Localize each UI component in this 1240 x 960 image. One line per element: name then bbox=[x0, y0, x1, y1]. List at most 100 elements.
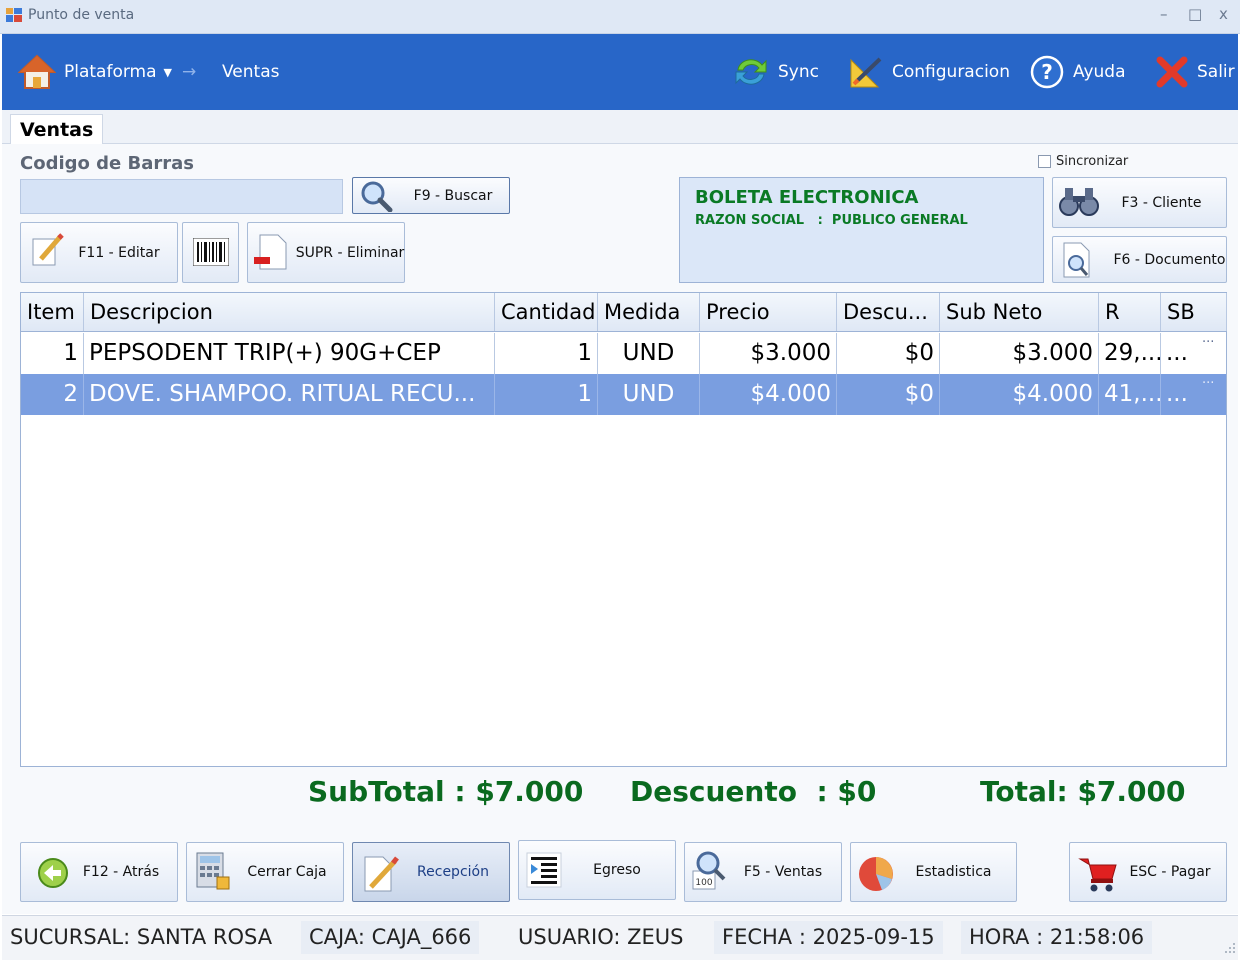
close-x-icon bbox=[1156, 56, 1188, 88]
document-label: F6 - Documento bbox=[1113, 251, 1226, 268]
table-row-selected[interactable]: 2 DOVE. SHAMPOO. RITUAL RECU... 1 UND $4… bbox=[21, 374, 1226, 415]
close-cash-label: Cerrar Caja bbox=[247, 864, 327, 880]
home-icon bbox=[18, 54, 56, 89]
column-header-subneto[interactable]: Sub Neto bbox=[940, 293, 1099, 331]
configuration-label: Configuracion bbox=[892, 62, 1010, 82]
total-value: Total: $7.000 bbox=[980, 775, 1186, 808]
barcode-icon bbox=[193, 238, 229, 266]
column-header-cantidad[interactable]: Cantidad bbox=[495, 293, 598, 331]
status-branch: SUCURSAL: SANTA ROSA bbox=[10, 925, 273, 949]
cell-descuento: $0 bbox=[837, 374, 940, 415]
sync-checkbox[interactable]: Sincronizar bbox=[1038, 154, 1128, 169]
platform-menu[interactable]: Plataforma ▼ bbox=[18, 34, 172, 110]
stats-button[interactable]: Estadistica bbox=[850, 842, 1017, 902]
cell-item: 2 bbox=[21, 374, 84, 415]
top-ribbon: Plataforma ▼ → Ventas Sync Configuracion… bbox=[2, 34, 1238, 110]
edit-button[interactable]: F11 - Editar bbox=[20, 222, 178, 283]
barcode-input[interactable] bbox=[20, 179, 343, 214]
delete-label: SUPR - Eliminar bbox=[295, 244, 405, 261]
exit-button[interactable]: Salir bbox=[1155, 34, 1235, 110]
grid-header: Item Descripcion Cantidad Medida Precio … bbox=[21, 293, 1227, 332]
cell-descripcion: DOVE. SHAMPOO. RITUAL RECU... bbox=[84, 374, 495, 415]
cell-r: 29,... bbox=[1099, 333, 1161, 374]
sync-icon bbox=[735, 59, 767, 85]
client-button[interactable]: F3 - Cliente bbox=[1052, 177, 1227, 228]
chevron-down-icon: ▼ bbox=[163, 65, 172, 79]
pay-label: ESC - Pagar bbox=[1129, 864, 1211, 880]
barcode-label: Codigo de Barras bbox=[20, 153, 194, 174]
column-header-item[interactable]: Item bbox=[21, 293, 84, 331]
reception-button[interactable]: Recepción bbox=[352, 842, 510, 902]
app-icon bbox=[6, 8, 22, 22]
document-button[interactable]: F6 - Documento bbox=[1052, 236, 1227, 283]
pay-button[interactable]: ESC - Pagar bbox=[1069, 842, 1227, 902]
exit-label: Salir bbox=[1197, 62, 1235, 82]
help-label: Ayuda bbox=[1073, 62, 1126, 82]
back-label: F12 - Atrás bbox=[82, 864, 160, 880]
sales-grid[interactable]: Item Descripcion Cantidad Medida Precio … bbox=[20, 292, 1227, 767]
column-header-descripcion[interactable]: Descripcion bbox=[84, 293, 495, 331]
egress-button[interactable]: Egreso bbox=[518, 840, 676, 900]
cell-sb: ... bbox=[1166, 381, 1188, 407]
cell-precio: $3.000 bbox=[700, 333, 837, 374]
help-button[interactable]: ? Ayuda bbox=[1029, 34, 1126, 110]
checkbox-box[interactable] bbox=[1038, 155, 1051, 168]
svg-text:?: ? bbox=[1041, 60, 1053, 84]
cell-subneto: $3.000 bbox=[940, 333, 1099, 374]
breadcrumb-ventas[interactable]: Ventas bbox=[222, 34, 279, 110]
status-cash: CAJA: CAJA_666 bbox=[301, 921, 480, 954]
cell-item: 1 bbox=[21, 333, 84, 374]
cell-medida: UND bbox=[598, 374, 700, 415]
configuration-icon bbox=[850, 57, 882, 88]
search-button[interactable]: F9 - Buscar bbox=[352, 177, 510, 214]
close-button[interactable]: x bbox=[1219, 5, 1228, 23]
document-info-panel: BOLETA ELECTRONICA RAZON SOCIAL : PUBLIC… bbox=[679, 177, 1044, 283]
minimize-button[interactable]: – bbox=[1160, 5, 1168, 23]
reception-label: Recepción bbox=[417, 864, 489, 880]
cell-cantidad: 1 bbox=[495, 333, 598, 374]
cell-medida: UND bbox=[598, 333, 700, 374]
configuration-button[interactable]: Configuracion bbox=[848, 34, 1010, 110]
search-label: F9 - Buscar bbox=[413, 187, 493, 204]
column-header-r[interactable]: R bbox=[1099, 293, 1161, 331]
cell-r: 41,... bbox=[1099, 374, 1161, 415]
sync-checkbox-label: Sincronizar bbox=[1056, 154, 1129, 169]
back-button[interactable]: F12 - Atrás bbox=[20, 842, 178, 902]
column-header-descuento[interactable]: Descu... bbox=[837, 293, 940, 331]
sync-button[interactable]: Sync bbox=[732, 34, 819, 110]
client-label: F3 - Cliente bbox=[1121, 194, 1202, 211]
column-header-medida[interactable]: Medida bbox=[598, 293, 700, 331]
sales-button[interactable]: 100 F5 - Ventas bbox=[684, 842, 842, 902]
cell-subneto: $4.000 bbox=[940, 374, 1099, 415]
status-date: FECHA : 2025-09-15 bbox=[714, 921, 943, 954]
client-name: RAZON SOCIAL : PUBLICO GENERAL bbox=[695, 213, 968, 228]
sync-label: Sync bbox=[778, 62, 819, 82]
column-header-precio[interactable]: Precio bbox=[700, 293, 837, 331]
platform-label: Plataforma bbox=[64, 62, 157, 82]
breadcrumb-arrow-icon: → bbox=[182, 62, 197, 82]
status-time: HORA : 21:58:06 bbox=[961, 921, 1153, 954]
egress-label: Egreso bbox=[593, 862, 641, 878]
sales-label: F5 - Ventas bbox=[743, 864, 823, 880]
cell-cantidad: 1 bbox=[495, 374, 598, 415]
close-cash-button[interactable]: Cerrar Caja bbox=[186, 842, 344, 902]
cell-sb: ... bbox=[1166, 340, 1188, 366]
delete-button[interactable]: SUPR - Eliminar bbox=[247, 222, 405, 283]
stats-label: Estadistica bbox=[915, 864, 992, 880]
barcode-print-button[interactable] bbox=[182, 222, 239, 283]
cell-precio: $4.000 bbox=[700, 374, 837, 415]
subtotal-value: SubTotal : $7.000 bbox=[308, 775, 584, 808]
row-more-button[interactable]: ··· bbox=[1197, 333, 1227, 374]
status-bar: SUCURSAL: SANTA ROSA CAJA: CAJA_666 USUA… bbox=[2, 915, 1238, 960]
cell-descripcion: PEPSODENT TRIP(+) 90G+CEP bbox=[84, 333, 495, 374]
row-more-button[interactable]: ··· bbox=[1197, 374, 1227, 415]
column-header-sb[interactable]: SB bbox=[1161, 293, 1227, 331]
tab-ventas[interactable]: Ventas bbox=[10, 114, 104, 145]
maximize-button[interactable]: □ bbox=[1188, 5, 1202, 23]
table-row[interactable]: 1 PEPSODENT TRIP(+) 90G+CEP 1 UND $3.000… bbox=[21, 333, 1226, 374]
resize-grip-icon[interactable] bbox=[1224, 942, 1236, 954]
window-titlebar: Punto de venta – □ x bbox=[0, 0, 1240, 34]
edit-label: F11 - Editar bbox=[78, 244, 160, 261]
cell-descuento: $0 bbox=[837, 333, 940, 374]
discount-value: Descuento : $0 bbox=[630, 775, 877, 808]
